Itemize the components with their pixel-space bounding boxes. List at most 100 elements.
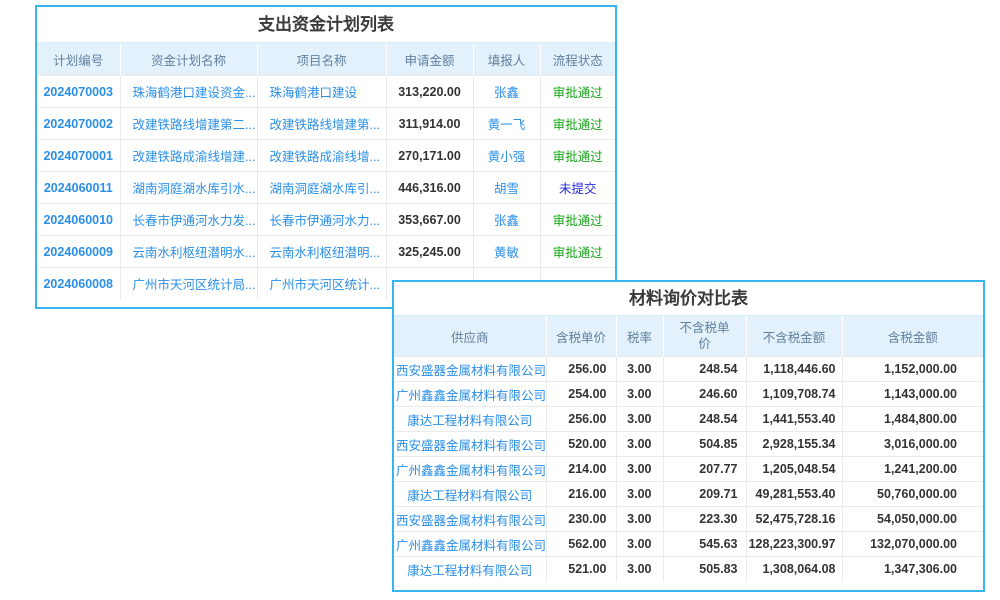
quote-table-row: 广州鑫鑫金属材料有限公司214.003.00207.771,205,048.54… [394, 457, 983, 482]
status-badge: 审批通过 [540, 140, 615, 172]
reporter-link[interactable]: 黄一飞 [473, 108, 540, 140]
quote-col-header-price-with-tax: 含税单价 [546, 316, 616, 357]
price-with-tax-cell: 254.00 [546, 382, 616, 407]
quote-table-row: 广州鑫鑫金属材料有限公司254.003.00246.601,109,708.74… [394, 382, 983, 407]
price-with-tax-cell: 562.00 [546, 532, 616, 557]
price-no-tax-cell: 545.63 [663, 532, 746, 557]
plan-table-row: 2024070001改建铁路成渝线增建...改建铁路成渝线增...270,171… [37, 140, 615, 172]
price-no-tax-cell: 207.77 [663, 457, 746, 482]
tax-rate-cell: 3.00 [616, 482, 663, 507]
tax-rate-cell: 3.00 [616, 532, 663, 557]
project-name-link[interactable]: 改建铁路线增建第... [257, 108, 386, 140]
request-amount-cell: 446,316.00 [386, 172, 473, 204]
price-no-tax-cell: 248.54 [663, 407, 746, 432]
fund-plan-name-link[interactable]: 改建铁路线增建第二... [120, 108, 257, 140]
plan-id-link[interactable]: 2024070003 [37, 76, 120, 108]
expenditure-plan-title: 支出资金计划列表 [37, 7, 615, 43]
status-badge: 审批通过 [540, 204, 615, 236]
expenditure-plan-panel: 支出资金计划列表 计划编号 资金计划名称 项目名称 申请金额 填报人 流程状态 … [35, 5, 617, 309]
price-with-tax-cell: 214.00 [546, 457, 616, 482]
request-amount-cell: 325,245.00 [386, 236, 473, 268]
amount-with-tax-cell: 1,347,306.00 [842, 557, 983, 582]
supplier-link[interactable]: 西安盛器金属材料有限公司 [394, 357, 546, 382]
plan-id-link[interactable]: 2024070001 [37, 140, 120, 172]
supplier-link[interactable]: 广州鑫鑫金属材料有限公司 [394, 457, 546, 482]
quote-col-header-supplier: 供应商 [394, 316, 546, 357]
quote-table-row: 广州鑫鑫金属材料有限公司562.003.00545.63128,223,300.… [394, 532, 983, 557]
tax-rate-cell: 3.00 [616, 432, 663, 457]
plan-table-row: 2024060009云南水利枢纽潜明水...云南水利枢纽潜明...325,245… [37, 236, 615, 268]
plan-col-header-amount: 申请金额 [386, 43, 473, 76]
quote-table-row: 西安盛器金属材料有限公司520.003.00504.852,928,155.34… [394, 432, 983, 457]
tax-rate-cell: 3.00 [616, 407, 663, 432]
project-name-link[interactable]: 珠海鹤港口建设 [257, 76, 386, 108]
fund-plan-name-link[interactable]: 湖南洞庭湖水库引水... [120, 172, 257, 204]
status-badge: 审批通过 [540, 108, 615, 140]
fund-plan-name-link[interactable]: 广州市天河区统计局... [120, 268, 257, 300]
reporter-link[interactable]: 胡雪 [473, 172, 540, 204]
quote-table-row: 西安盛器金属材料有限公司230.003.00223.3052,475,728.1… [394, 507, 983, 532]
amount-with-tax-cell: 1,484,800.00 [842, 407, 983, 432]
quote-col-header-amount-no-tax: 不含税金额 [746, 316, 842, 357]
quote-col-header-amount-with-tax: 含税金额 [842, 316, 983, 357]
amount-no-tax-cell: 1,205,048.54 [746, 457, 842, 482]
request-amount-cell: 313,220.00 [386, 76, 473, 108]
price-no-tax-cell: 505.83 [663, 557, 746, 582]
supplier-link[interactable]: 广州鑫鑫金属材料有限公司 [394, 382, 546, 407]
fund-plan-name-link[interactable]: 云南水利枢纽潜明水... [120, 236, 257, 268]
price-no-tax-cell: 504.85 [663, 432, 746, 457]
supplier-link[interactable]: 康达工程材料有限公司 [394, 482, 546, 507]
quote-col-header-tax-rate: 税率 [616, 316, 663, 357]
project-name-link[interactable]: 长春市伊通河水力... [257, 204, 386, 236]
amount-with-tax-cell: 1,152,000.00 [842, 357, 983, 382]
material-quote-panel: 材料询价对比表 供应商 含税单价 税率 不含税单价 不含税金额 含税金额 西安盛… [392, 280, 985, 592]
quote-table-row: 康达工程材料有限公司256.003.00248.541,441,553.401,… [394, 407, 983, 432]
amount-no-tax-cell: 52,475,728.16 [746, 507, 842, 532]
fund-plan-name-link[interactable]: 珠海鹤港口建设资金... [120, 76, 257, 108]
supplier-link[interactable]: 康达工程材料有限公司 [394, 407, 546, 432]
amount-no-tax-cell: 1,308,064.08 [746, 557, 842, 582]
tax-rate-cell: 3.00 [616, 457, 663, 482]
plan-table-row: 2024060011湖南洞庭湖水库引水...湖南洞庭湖水库引...446,316… [37, 172, 615, 204]
reporter-link[interactable]: 张鑫 [473, 204, 540, 236]
price-with-tax-cell: 521.00 [546, 557, 616, 582]
plan-id-link[interactable]: 2024060010 [37, 204, 120, 236]
status-badge: 未提交 [540, 172, 615, 204]
material-quote-table: 供应商 含税单价 税率 不含税单价 不含税金额 含税金额 西安盛器金属材料有限公… [394, 316, 983, 582]
price-with-tax-cell: 256.00 [546, 407, 616, 432]
price-no-tax-cell: 223.30 [663, 507, 746, 532]
request-amount-cell: 270,171.00 [386, 140, 473, 172]
quote-table-row: 西安盛器金属材料有限公司256.003.00248.541,118,446.60… [394, 357, 983, 382]
request-amount-cell: 353,667.00 [386, 204, 473, 236]
amount-no-tax-cell: 1,109,708.74 [746, 382, 842, 407]
reporter-link[interactable]: 张鑫 [473, 76, 540, 108]
plan-id-link[interactable]: 2024060009 [37, 236, 120, 268]
amount-with-tax-cell: 3,016,000.00 [842, 432, 983, 457]
plan-id-link[interactable]: 2024060011 [37, 172, 120, 204]
project-name-link[interactable]: 云南水利枢纽潜明... [257, 236, 386, 268]
supplier-link[interactable]: 西安盛器金属材料有限公司 [394, 432, 546, 457]
supplier-link[interactable]: 西安盛器金属材料有限公司 [394, 507, 546, 532]
plan-id-link[interactable]: 2024070002 [37, 108, 120, 140]
project-name-link[interactable]: 广州市天河区统计... [257, 268, 386, 300]
price-with-tax-cell: 230.00 [546, 507, 616, 532]
price-with-tax-cell: 216.00 [546, 482, 616, 507]
fund-plan-name-link[interactable]: 改建铁路成渝线增建... [120, 140, 257, 172]
price-no-tax-cell: 248.54 [663, 357, 746, 382]
plan-table-row: 2024070002改建铁路线增建第二...改建铁路线增建第...311,914… [37, 108, 615, 140]
amount-with-tax-cell: 54,050,000.00 [842, 507, 983, 532]
project-name-link[interactable]: 改建铁路成渝线增... [257, 140, 386, 172]
amount-with-tax-cell: 50,760,000.00 [842, 482, 983, 507]
reporter-link[interactable]: 黄小强 [473, 140, 540, 172]
fund-plan-name-link[interactable]: 长春市伊通河水力发... [120, 204, 257, 236]
supplier-link[interactable]: 广州鑫鑫金属材料有限公司 [394, 532, 546, 557]
tax-rate-cell: 3.00 [616, 382, 663, 407]
reporter-link[interactable]: 黄敏 [473, 236, 540, 268]
request-amount-cell: 311,914.00 [386, 108, 473, 140]
supplier-link[interactable]: 康达工程材料有限公司 [394, 557, 546, 582]
project-name-link[interactable]: 湖南洞庭湖水库引... [257, 172, 386, 204]
quote-table-row: 康达工程材料有限公司216.003.00209.7149,281,553.405… [394, 482, 983, 507]
plan-id-link[interactable]: 2024060008 [37, 268, 120, 300]
amount-no-tax-cell: 128,223,300.97 [746, 532, 842, 557]
price-with-tax-cell: 256.00 [546, 357, 616, 382]
